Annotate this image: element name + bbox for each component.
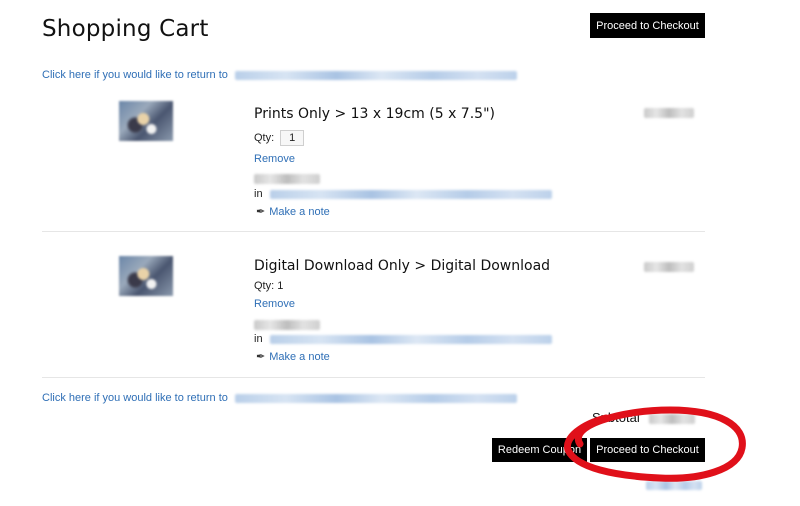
remove-link[interactable]: Remove [254, 153, 295, 165]
remove-link[interactable]: Remove [254, 298, 295, 310]
redacted-subtotal-value [649, 413, 696, 424]
return-link-text[interactable]: Click here if you would like to return t… [42, 392, 228, 404]
divider [42, 231, 705, 232]
gallery-row: in [254, 188, 552, 200]
redacted-gallery-link[interactable] [234, 70, 517, 80]
page-title: Shopping Cart [42, 16, 209, 42]
qty-label: Qty: 1 [254, 280, 284, 292]
make-note-label[interactable]: Make a note [269, 351, 330, 363]
item-title: Digital Download Only > Digital Download [254, 258, 551, 274]
pen-icon: ✒ [256, 351, 266, 363]
item-thumbnail[interactable] [119, 101, 173, 141]
qty-input[interactable]: 1 [280, 130, 305, 146]
subtotal-row: Subtotal [592, 410, 696, 425]
item-thumbnail[interactable] [119, 256, 173, 296]
gallery-row: in [254, 333, 552, 345]
in-label: in [254, 333, 263, 345]
redacted-footer-link[interactable] [646, 477, 702, 495]
divider [42, 377, 705, 378]
subtotal-label: Subtotal [592, 410, 640, 425]
redeem-coupon-button[interactable]: Redeem Coupon [492, 438, 587, 462]
qty-label: Qty: [254, 132, 275, 144]
pen-icon: ✒ [256, 206, 266, 218]
redacted-price [644, 104, 694, 122]
make-note-link[interactable]: ✒ Make a note [256, 350, 330, 363]
qty-row: Qty: 1 [254, 130, 305, 146]
make-note-link[interactable]: ✒ Make a note [256, 205, 330, 218]
redacted-price [644, 258, 694, 276]
return-link-bottom[interactable]: Click here if you would like to return t… [42, 392, 517, 404]
in-label: in [254, 188, 263, 200]
redacted-gallery-link[interactable] [269, 334, 552, 344]
item-title: Prints Only > 13 x 19cm (5 x 7.5") [254, 106, 495, 122]
proceed-to-checkout-bottom-button[interactable]: Proceed to Checkout [590, 438, 705, 462]
return-link-top[interactable]: Click here if you would like to return t… [42, 69, 517, 81]
redacted-gallery-link[interactable] [234, 393, 517, 403]
proceed-to-checkout-top-button[interactable]: Proceed to Checkout [590, 13, 705, 38]
redacted-filename [254, 170, 320, 188]
redacted-filename [254, 316, 320, 334]
redacted-gallery-link[interactable] [269, 189, 552, 199]
make-note-label[interactable]: Make a note [269, 206, 330, 218]
return-link-text[interactable]: Click here if you would like to return t… [42, 69, 228, 81]
